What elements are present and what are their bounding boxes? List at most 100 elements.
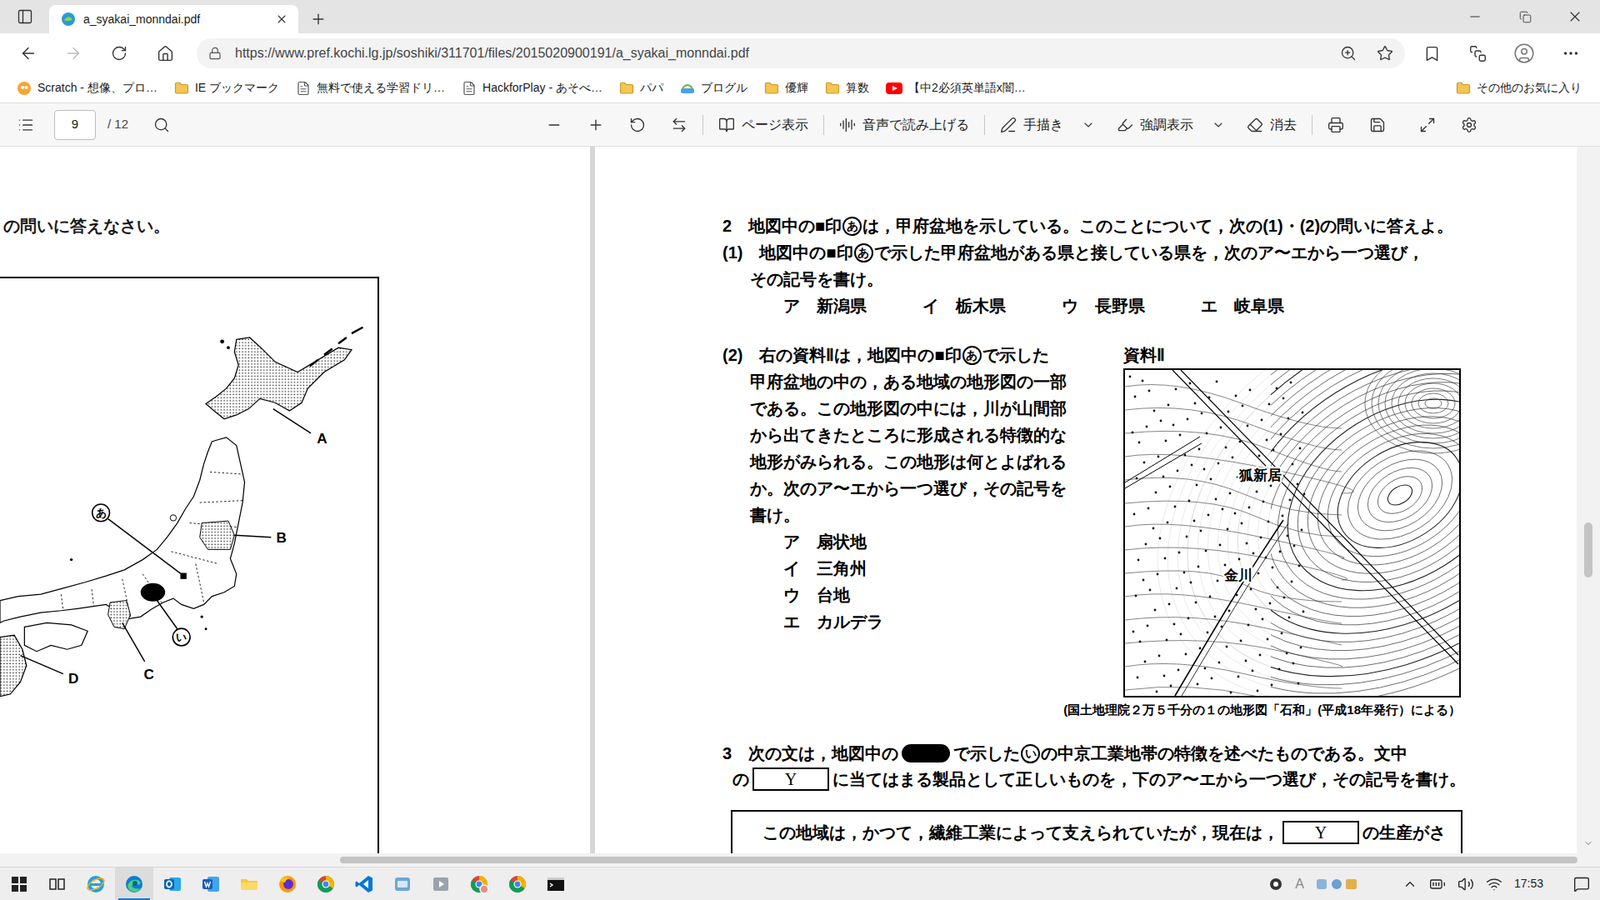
search-icon[interactable] xyxy=(153,116,170,134)
map-letter-label: A xyxy=(316,430,327,447)
vertical-scrollbar[interactable] xyxy=(1576,146,1600,854)
chevron-down-icon[interactable] xyxy=(1081,118,1095,132)
favorite-item[interactable]: 【中2必須英単語x闇… xyxy=(885,79,1026,97)
show-hidden-icons-icon[interactable] xyxy=(1402,876,1418,892)
ime-indicator[interactable]: A xyxy=(1295,874,1305,895)
favorite-item[interactable]: Scratch - 想像、プロ… xyxy=(16,79,158,97)
battery-icon[interactable] xyxy=(1429,875,1446,893)
more-icon[interactable] xyxy=(1561,44,1580,63)
back-icon[interactable] xyxy=(19,44,38,63)
option: イ栃木県 xyxy=(922,292,1062,320)
svg-text:い: い xyxy=(175,630,187,644)
favorite-item[interactable]: ブログル xyxy=(680,79,748,97)
taskbar-app[interactable] xyxy=(230,867,269,900)
taskbar-app[interactable] xyxy=(268,867,307,900)
answer-blank: Y xyxy=(1282,820,1360,845)
zoom-icon[interactable] xyxy=(1340,45,1357,62)
favorite-item[interactable]: 優輝 xyxy=(764,79,809,97)
favorite-item[interactable]: パパ xyxy=(619,79,664,97)
taskbar-app[interactable] xyxy=(536,867,575,900)
tray-apps-icon[interactable] xyxy=(1315,876,1358,892)
circled-mark: あ xyxy=(854,243,874,263)
toolbar-action[interactable]: 手描き xyxy=(1000,115,1095,135)
question-2-heading: 2 地図中の■印あは，甲府盆地を示している。このことについて，次の(1)・(2)… xyxy=(722,212,1473,240)
wifi-icon[interactable] xyxy=(1485,875,1503,893)
taskbar-app[interactable] xyxy=(115,867,154,900)
print-icon[interactable] xyxy=(1327,116,1345,134)
scroll-thumb[interactable] xyxy=(340,856,1578,864)
taskbar-app[interactable] xyxy=(306,867,345,900)
restore-icon[interactable] xyxy=(1519,10,1532,24)
vscode-icon xyxy=(354,874,375,895)
favorite-item[interactable]: HackforPlay - あそべ… xyxy=(461,79,603,97)
forward-icon[interactable] xyxy=(64,44,83,63)
map-letter-label: B xyxy=(275,530,286,546)
fullscreen-icon[interactable] xyxy=(1419,116,1436,134)
question-line: 地形がみられる。この地形は何とよばれる xyxy=(722,448,1124,475)
taskbar-app[interactable] xyxy=(460,867,499,900)
zoom-out-icon[interactable] xyxy=(545,116,563,134)
page-number-field[interactable]: 9 xyxy=(54,110,96,140)
new-tab-icon[interactable] xyxy=(310,10,327,28)
text: から出てきたところに形成される特徴的な xyxy=(750,425,1067,445)
map-circled-label: あ xyxy=(92,504,110,522)
scroll-thumb[interactable] xyxy=(1584,522,1593,578)
chevron-down-icon[interactable] xyxy=(1211,118,1225,132)
pdf-viewer: の問いに答えなさい。ABCDあい2 地図中の■印あは，甲府盆地を示している。この… xyxy=(0,146,1600,854)
text: か。次のア〜エから一つ選び，その記号を xyxy=(750,479,1067,498)
option-row: ア新潟県イ栃木県ウ長野県エ岐阜県 xyxy=(722,292,1473,320)
settings-icon[interactable] xyxy=(1460,116,1478,134)
favorite-item[interactable]: 算数 xyxy=(825,79,870,97)
question-content: 2 地図中の■印あは，甲府盆地を示している。このことについて，次の(1)・(2)… xyxy=(722,146,1473,854)
taskbar-app[interactable] xyxy=(153,867,192,900)
close-tab-icon[interactable] xyxy=(275,12,289,26)
clock[interactable]: 17:53 xyxy=(1514,875,1544,893)
collections-icon[interactable] xyxy=(1469,45,1487,63)
horizontal-scrollbar[interactable] xyxy=(0,853,1600,867)
notifications-icon[interactable] xyxy=(1573,875,1590,893)
favorite-item[interactable]: IE ブックマーク xyxy=(174,79,280,97)
active-indicator xyxy=(118,898,150,900)
toolbar-action[interactable]: ページ表示 xyxy=(718,115,809,135)
taskbar-app[interactable] xyxy=(345,867,384,900)
address-field[interactable]: https://www.pref.kochi.lg.jp/soshiki/311… xyxy=(196,38,1405,69)
rotate-icon[interactable] xyxy=(629,116,646,134)
scroll-down-icon[interactable] xyxy=(1583,838,1594,849)
contents-icon[interactable] xyxy=(17,116,35,134)
close-window-icon[interactable] xyxy=(1566,8,1584,25)
eraser-icon xyxy=(1246,116,1264,134)
taskbar-app[interactable] xyxy=(421,867,460,900)
taskbar-app[interactable] xyxy=(76,867,115,900)
fit-width-icon[interactable] xyxy=(670,116,688,134)
home-icon[interactable] xyxy=(156,45,175,63)
toolbar-action[interactable]: 音声で読み上げる xyxy=(839,115,970,135)
text: に当てはまる製品として正しいものを，下のア〜エから一つ選び，その記号を書け。 xyxy=(832,770,1466,789)
favorites-icon[interactable] xyxy=(1423,45,1441,63)
task-view-button[interactable] xyxy=(38,867,77,900)
save-icon[interactable] xyxy=(1369,116,1386,134)
chrome-icon xyxy=(507,874,528,895)
browser-tab[interactable]: a_syakai_monndai.pdf xyxy=(49,5,299,34)
tab-actions-icon[interactable] xyxy=(16,8,34,25)
add-favorite-icon[interactable] xyxy=(1376,45,1394,62)
profile-icon[interactable] xyxy=(1513,42,1535,65)
media-icon xyxy=(430,874,451,895)
taskbar-app[interactable] xyxy=(383,867,422,900)
tray-app-icon[interactable] xyxy=(1268,876,1284,892)
favorite-item[interactable]: 無料で使える学習ドリ… xyxy=(295,79,445,97)
volume-icon[interactable] xyxy=(1457,875,1475,893)
right-page: 2 地図中の■印あは，甲府盆地を示している。このことについて，次の(1)・(2)… xyxy=(595,146,1577,854)
toolbar-action[interactable]: 強調表示 xyxy=(1116,115,1225,135)
minimize-icon[interactable] xyxy=(1467,9,1483,25)
other-favorites[interactable]: その他のお気に入り xyxy=(1455,79,1582,97)
taskbar-app[interactable] xyxy=(191,867,230,900)
topo-label: 狐新居 xyxy=(1238,467,1282,484)
zoom-in-icon[interactable] xyxy=(587,116,605,134)
refresh-icon[interactable] xyxy=(110,45,128,62)
circled-mark: あ xyxy=(842,216,862,236)
start-button[interactable] xyxy=(0,867,39,900)
toolbar-action[interactable]: 消去 xyxy=(1246,115,1297,135)
text: 2 地図中の■印 xyxy=(722,216,842,235)
question-line: か。次のア〜エから一つ選び，その記号を xyxy=(722,475,1124,502)
taskbar-app[interactable] xyxy=(498,867,537,900)
